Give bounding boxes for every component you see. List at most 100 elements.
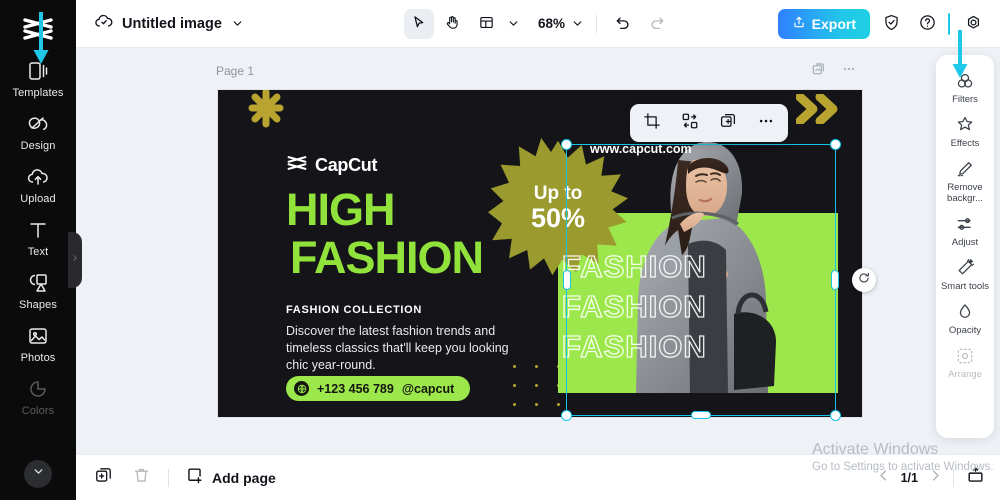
sidebar-item-label: Upload: [20, 193, 56, 205]
sidebar-item-label: Design: [20, 140, 56, 152]
design-website-text: www.capcut.com: [590, 142, 692, 156]
crop-button[interactable]: [642, 112, 662, 135]
rotate-handle-button[interactable]: [852, 268, 876, 292]
canvas-workspace[interactable]: Page 1 CapCut HIGH FASHION FASHION COLLE…: [76, 48, 1000, 454]
bottom-divider: [168, 468, 169, 487]
rotate-icon: [857, 271, 871, 290]
sidebar-item-shapes[interactable]: Shapes: [4, 264, 72, 317]
duplicate-page-icon: [94, 466, 113, 490]
sidebar-item-photos[interactable]: Photos: [4, 317, 72, 370]
design-brand-logo: CapCut: [286, 155, 378, 176]
templates-icon: [26, 59, 50, 83]
panel-item-label: Effects: [950, 138, 980, 149]
prev-page-button[interactable]: [876, 468, 891, 488]
hand-pan-icon: [444, 14, 461, 34]
add-page-icon: [185, 466, 204, 490]
layout-grid-icon: [478, 14, 495, 34]
panel-item-label: Adjust: [951, 237, 979, 248]
design-body-text: Discover the latest fashion trends and t…: [286, 324, 509, 372]
settings-button[interactable]: [958, 9, 988, 39]
effects-icon: [955, 115, 975, 135]
undo-icon: [614, 13, 632, 34]
photos-icon: [26, 324, 50, 348]
left-sidebar: Templates Design Upload Text Shapes Phot…: [0, 0, 76, 500]
hand-tool-button[interactable]: [438, 9, 468, 39]
page-label: Page 1: [216, 64, 255, 78]
cursor-select-icon: [410, 14, 427, 34]
chevron-down-icon: [32, 465, 45, 483]
duplicate-icon: [719, 112, 737, 135]
crop-icon: [643, 112, 661, 135]
object-more-button[interactable]: [756, 113, 776, 133]
delete-page-button[interactable]: [130, 467, 152, 489]
duplicate-button[interactable]: [718, 113, 738, 133]
settings-accent-bar: [948, 12, 950, 35]
bottom-left-group: Add page: [76, 466, 276, 490]
remove-background-icon: [955, 159, 975, 179]
discount-burst-shape: [488, 138, 628, 278]
trash-icon: [132, 466, 151, 490]
duplicate-page-button[interactable]: [92, 467, 114, 489]
design-headline: HIGH FASHION: [286, 184, 484, 282]
layout-tool-button[interactable]: [472, 9, 502, 39]
more-horizontal-icon: [757, 112, 775, 135]
page-more-horizontal-icon[interactable]: [841, 61, 857, 77]
sidebar-item-upload[interactable]: Upload: [4, 158, 72, 211]
bottom-toolbar: Add page 1/1: [76, 454, 1000, 500]
design-handle: @capcut: [401, 381, 455, 396]
next-page-button[interactable]: [928, 468, 943, 488]
panel-item-label: Arrange: [948, 369, 982, 380]
page-tools: [811, 61, 857, 77]
panel-item-smart-tools[interactable]: Smart tools: [936, 252, 994, 296]
panel-item-effects[interactable]: Effects: [936, 109, 994, 153]
design-brand-name: CapCut: [315, 155, 378, 175]
design-headline-line1: HIGH: [286, 184, 395, 235]
flip-rotate-icon: [681, 112, 699, 135]
duplicate-page-icon[interactable]: [811, 61, 827, 77]
capcut-editor-window: Templates Design Upload Text Shapes Phot…: [0, 0, 1000, 500]
panel-item-remove-background[interactable]: Remove backgr...: [936, 153, 994, 208]
present-button[interactable]: [964, 466, 986, 490]
upload-cloud-icon: [26, 165, 50, 189]
panel-item-filters[interactable]: Filters: [936, 65, 994, 109]
panel-item-label: Smart tools: [940, 281, 990, 292]
chevron-right-icon: [928, 468, 943, 488]
sidebar-collapse-handle[interactable]: [68, 232, 82, 288]
bottom-divider-right: [953, 468, 954, 487]
chevron-right-icon: [71, 251, 79, 269]
sidebar-item-label: Photos: [20, 352, 56, 364]
right-properties-panel: Filters Effects Remove backgr... Adjust …: [936, 55, 994, 438]
arrange-icon: [955, 346, 975, 366]
adjust-sliders-icon: [955, 214, 975, 234]
filters-icon: [955, 71, 975, 91]
sidebar-item-label: Colors: [21, 405, 55, 417]
sidebar-item-templates[interactable]: Templates: [4, 52, 72, 105]
capcut-logo-icon: [286, 155, 308, 176]
panel-item-adjust[interactable]: Adjust: [936, 208, 994, 252]
sidebar-item-label: Templates: [12, 87, 64, 99]
sidebar-item-colors[interactable]: Colors: [4, 370, 72, 423]
panel-item-arrange[interactable]: Arrange: [936, 340, 994, 384]
redo-button[interactable]: [642, 9, 672, 39]
colors-icon: [26, 377, 50, 401]
sidebar-item-design[interactable]: Design: [4, 105, 72, 158]
select-tool-button[interactable]: [403, 8, 434, 39]
design-phone: +123 456 789: [317, 381, 394, 396]
flip-rotate-button[interactable]: [680, 113, 700, 133]
present-icon: [966, 466, 985, 490]
panel-item-label: Remove backgr...: [947, 182, 983, 204]
undo-button[interactable]: [608, 9, 638, 39]
capcut-logo-icon[interactable]: [18, 14, 58, 44]
panel-item-opacity[interactable]: Opacity: [936, 296, 994, 340]
zoom-level-value[interactable]: 68%: [538, 16, 565, 31]
gear-icon: [964, 13, 983, 35]
design-contact-pill: +123 456 789 @capcut: [286, 376, 471, 401]
topbar-center-tools: 68%: [76, 8, 1000, 39]
sidebar-item-text[interactable]: Text: [4, 211, 72, 264]
sidebar-more-button[interactable]: [24, 460, 52, 488]
zoom-chevron-down-icon[interactable]: [569, 16, 585, 32]
sidebar-item-label: Text: [27, 246, 49, 258]
layout-chevron-down-icon[interactable]: [506, 16, 522, 32]
add-page-button[interactable]: Add page: [185, 466, 276, 490]
add-page-label: Add page: [212, 469, 276, 486]
